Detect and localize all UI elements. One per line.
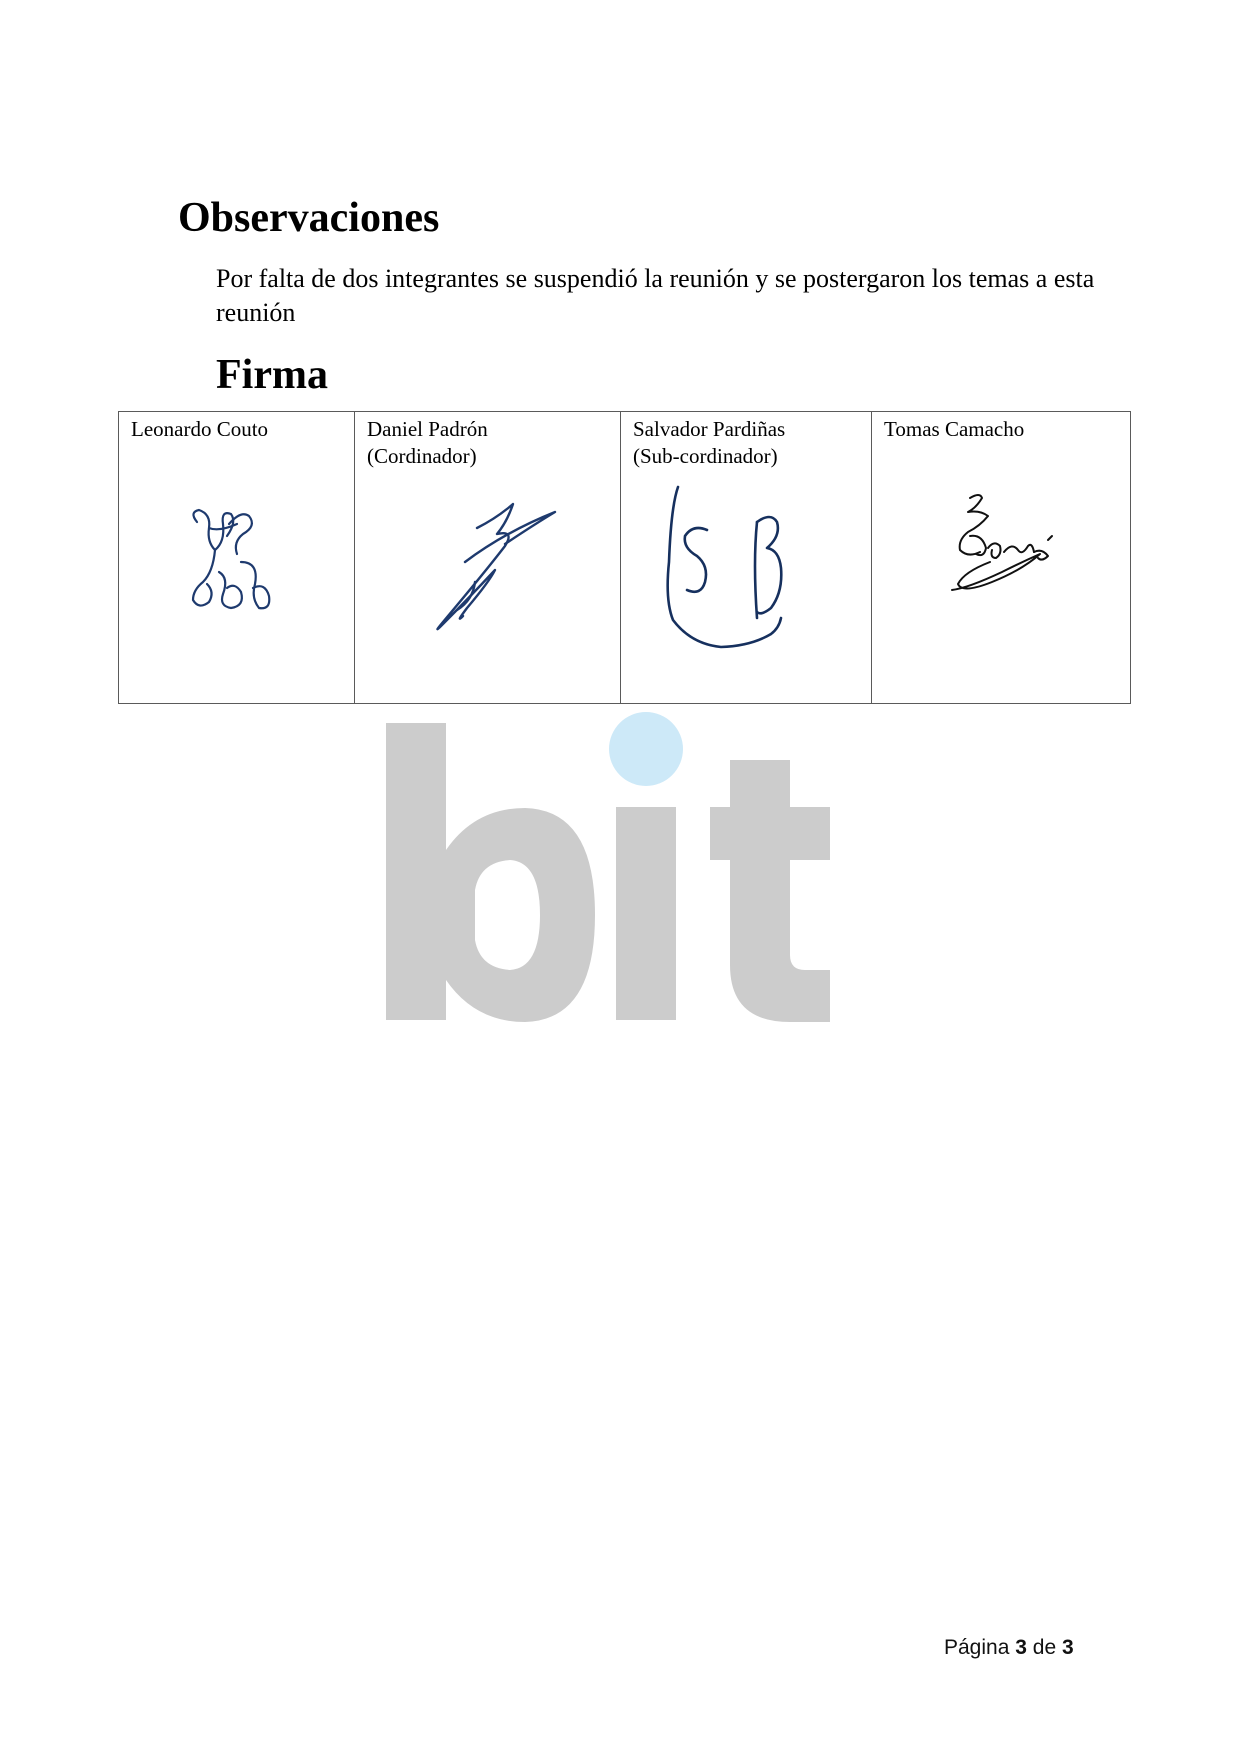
handwritten-signature — [666, 485, 783, 649]
watermark-t — [710, 760, 830, 1022]
current-page: 3 — [1015, 1636, 1027, 1659]
signature-cell: Tomas Camacho — [871, 411, 1131, 704]
bit-watermark-logo — [386, 712, 830, 1022]
total-pages: 3 — [1061, 1636, 1074, 1659]
signature-cell: Leonardo Couto — [118, 411, 355, 704]
watermark-i-stem — [616, 807, 676, 1020]
observaciones-text: Por falta de dos integrantes se suspendi… — [216, 264, 1095, 327]
signature-table: Leonardo Couto Daniel Padrón (Cordinador… — [118, 411, 1131, 704]
watermark-b-bowl — [446, 808, 595, 1022]
page-number: Página 3 de 3 — [944, 1634, 1074, 1662]
page-separator: de — [1032, 1636, 1057, 1659]
signature-cell: Daniel Padrón (Cordinador) — [354, 411, 621, 704]
page-label: Página — [944, 1636, 1010, 1659]
watermark-b-stem — [386, 723, 446, 1020]
watermark-i-dot — [609, 712, 683, 786]
document-page: Observaciones Por falta de dos integrant… — [0, 0, 1241, 1754]
handwritten-signature — [191, 508, 271, 610]
signature-row: Leonardo Couto Daniel Padrón (Cordinador… — [118, 411, 1131, 704]
observaciones-heading: Observaciones — [178, 195, 440, 241]
handwritten-signature — [436, 502, 557, 631]
firma-heading: Firma — [216, 352, 328, 398]
signature-cell: Salvador Pardiñas (Sub-cordinador) — [620, 411, 872, 704]
handwritten-signature — [951, 494, 1053, 591]
